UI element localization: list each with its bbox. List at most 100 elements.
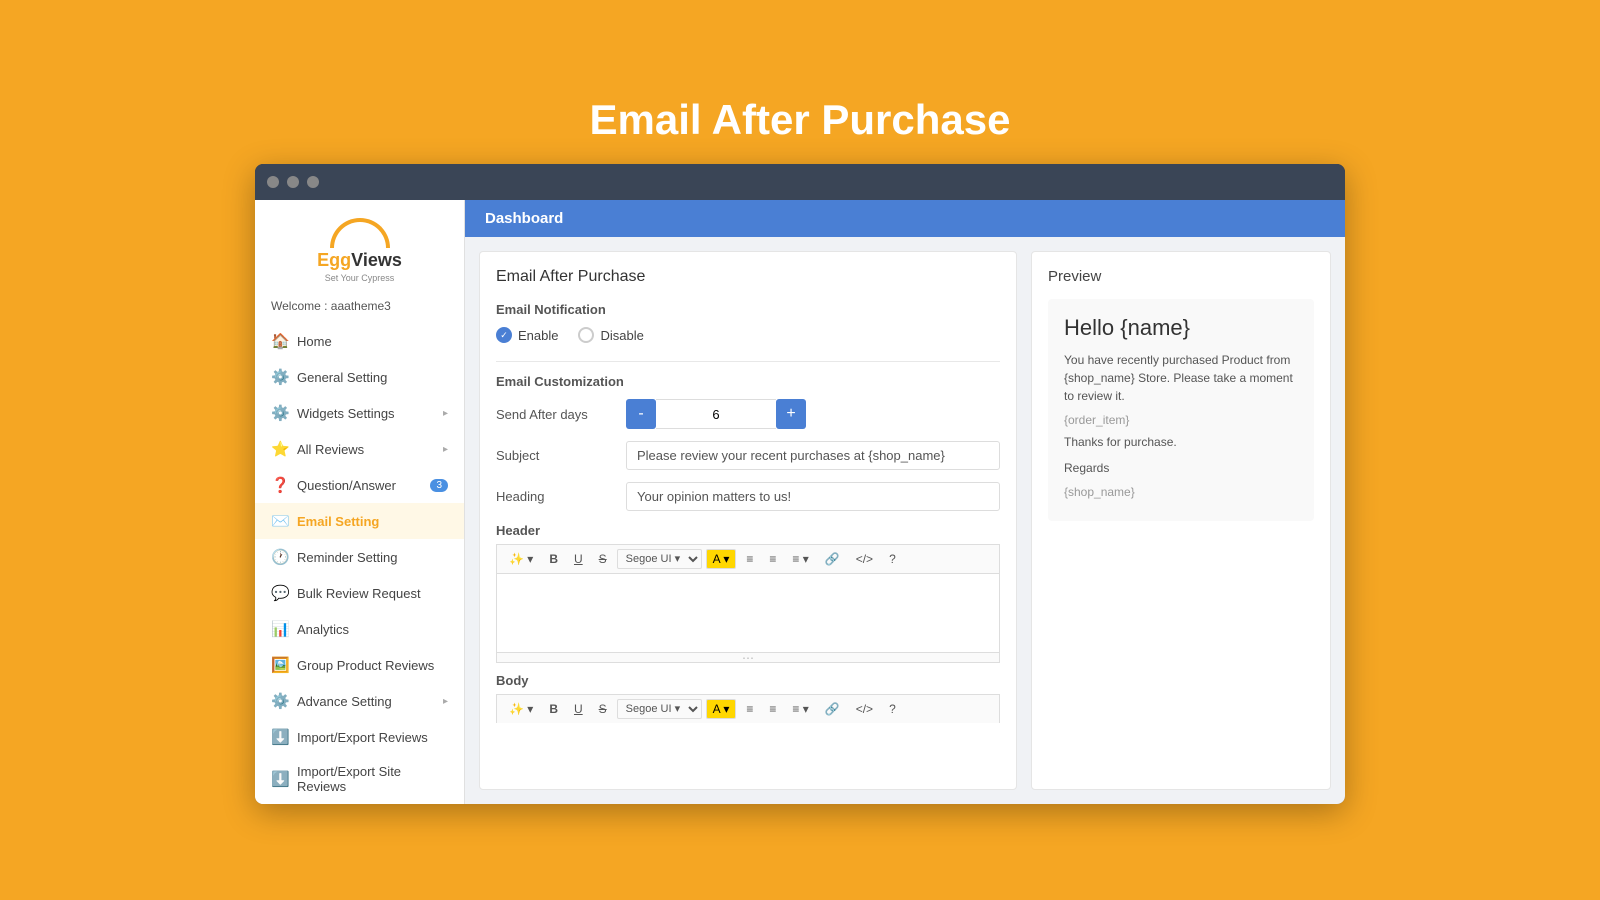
- sidebar-item-analytics[interactable]: 📊 Analytics: [255, 611, 464, 647]
- heading-input[interactable]: [626, 482, 1000, 511]
- body-tb-magic-btn[interactable]: ✨ ▾: [503, 699, 539, 719]
- preview-body-text: You have recently purchased Product from…: [1064, 351, 1298, 405]
- browser-dot-2: [287, 176, 299, 188]
- import-export-site-reviews-label: Import/Export Site Reviews: [297, 764, 448, 794]
- main-content: Dashboard Email After Purchase Email Not…: [465, 200, 1345, 804]
- analytics-icon: 📊: [271, 620, 289, 638]
- dashboard-header: Dashboard: [465, 200, 1345, 237]
- body-tb-strike-btn[interactable]: S: [593, 699, 613, 719]
- tb-align-btn[interactable]: ≡ ▾: [786, 549, 814, 569]
- advance-setting-arrow: ▸: [443, 696, 448, 707]
- sidebar-item-question-answer[interactable]: ❓Question/Answer3: [255, 467, 464, 503]
- body-tb-code-btn[interactable]: </>: [850, 699, 879, 719]
- preview-regards: Regards: [1064, 459, 1298, 477]
- email-setting-icon: ✉️: [271, 512, 289, 530]
- send-after-days-label: Send After days: [496, 407, 616, 422]
- sidebar-item-home[interactable]: 🏠Home: [255, 323, 464, 359]
- tb-ol-btn[interactable]: ≡: [763, 549, 782, 569]
- browser-titlebar: [255, 164, 1345, 200]
- widgets-settings-icon: ⚙️: [271, 404, 289, 422]
- bulk-review-request-icon: 💬: [271, 584, 289, 602]
- logo-text: EggViews: [271, 250, 448, 271]
- header-editor-body[interactable]: [496, 573, 1000, 653]
- advance-setting-icon: ⚙️: [271, 692, 289, 710]
- form-panel: Email After Purchase Email Notification …: [479, 251, 1017, 790]
- sidebar-item-import-export-site-reviews[interactable]: ⬇️ Import/Export Site Reviews: [255, 755, 464, 803]
- preview-title: Preview: [1048, 268, 1314, 285]
- browser-dot-1: [267, 176, 279, 188]
- body-tb-underline-btn[interactable]: U: [568, 699, 589, 719]
- sidebar-item-bulk-review-request[interactable]: 💬 Bulk Review Request: [255, 575, 464, 611]
- days-plus-btn[interactable]: +: [776, 399, 806, 429]
- general-setting-label: General Setting: [297, 370, 387, 385]
- sidebar-item-reminder-setting[interactable]: 🕐 Reminder Setting: [255, 539, 464, 575]
- tb-strike-btn[interactable]: S: [593, 549, 613, 569]
- body-tb-align-btn[interactable]: ≡ ▾: [786, 699, 814, 719]
- header-editor-resize[interactable]: [496, 653, 1000, 663]
- disable-radio-circle: [578, 327, 594, 343]
- body-tb-font-select[interactable]: Segoe UI ▾: [617, 699, 702, 719]
- tb-code-btn[interactable]: </>: [850, 549, 879, 569]
- import-export-reviews-icon: ⬇️: [271, 728, 289, 746]
- logo-arc: [330, 218, 390, 248]
- sidebar-item-group-product-reviews[interactable]: 🖼️Group Product Reviews: [255, 647, 464, 683]
- tb-highlight-btn[interactable]: A ▾: [706, 549, 737, 569]
- send-after-days-row: Send After days - 6 +: [496, 399, 1000, 429]
- tb-font-select[interactable]: Segoe UI ▾: [617, 549, 702, 569]
- tb-bold-btn[interactable]: B: [543, 549, 564, 569]
- tb-link-btn[interactable]: 🔗: [819, 549, 846, 569]
- tb-magic-btn[interactable]: ✨ ▾: [503, 549, 539, 569]
- preview-panel: Preview Hello {name} You have recently p…: [1031, 251, 1331, 790]
- body-tb-link-btn[interactable]: 🔗: [819, 699, 846, 719]
- body-tb-help-btn[interactable]: ?: [883, 699, 902, 719]
- sidebar-item-import-export-reviews[interactable]: ⬇️ Import/Export Reviews: [255, 719, 464, 755]
- sidebar-welcome: Welcome : aaatheme3: [255, 293, 464, 323]
- all-reviews-icon: ⭐: [271, 440, 289, 458]
- all-reviews-arrow: ▸: [443, 444, 448, 455]
- logo-views: Views: [351, 250, 402, 270]
- subject-row: Subject: [496, 441, 1000, 470]
- preview-hello: Hello {name}: [1064, 315, 1298, 341]
- enable-radio[interactable]: Enable: [496, 327, 558, 343]
- sidebar-item-email-setting[interactable]: ✉️Email Setting: [255, 503, 464, 539]
- body-tb-highlight-btn[interactable]: A ▾: [706, 699, 737, 719]
- question-answer-badge: 3: [430, 479, 448, 492]
- tb-ul-btn[interactable]: ≡: [740, 549, 759, 569]
- browser-content: EggViews Set Your Cypress Welcome : aaat…: [255, 200, 1345, 804]
- days-minus-btn[interactable]: -: [626, 399, 656, 429]
- group-product-reviews-label: Group Product Reviews: [297, 658, 434, 673]
- body-toolbar: ✨ ▾ B U S Segoe UI ▾ A ▾ ≡ ≡ ≡ ▾ 🔗 </>: [496, 694, 1000, 723]
- days-control: - 6 +: [626, 399, 806, 429]
- body-tb-ul-btn[interactable]: ≡: [740, 699, 759, 719]
- sidebar-nav: 🏠Home⚙️General Setting⚙️Widgets Settings…: [255, 323, 464, 804]
- all-reviews-label: All Reviews: [297, 442, 364, 457]
- header-toolbar: ✨ ▾ B U S Segoe UI ▾ A ▾ ≡ ≡ ≡ ▾ 🔗 </>: [496, 544, 1000, 573]
- sidebar-item-installation-instruction[interactable]: ℹ️Installation Instruction: [255, 803, 464, 804]
- sidebar-item-all-reviews[interactable]: ⭐ All Reviews ▸: [255, 431, 464, 467]
- import-export-reviews-label: Import/Export Reviews: [297, 730, 428, 745]
- logo-egg: Egg: [317, 250, 351, 270]
- enable-radio-circle: [496, 327, 512, 343]
- tb-help-btn[interactable]: ?: [883, 549, 902, 569]
- reminder-setting-label: Reminder Setting: [297, 550, 397, 565]
- disable-radio[interactable]: Disable: [578, 327, 643, 343]
- page-title: Email After Purchase: [590, 96, 1011, 144]
- sidebar-item-advance-setting[interactable]: ⚙️ Advance Setting ▸: [255, 683, 464, 719]
- bulk-review-request-label: Bulk Review Request: [297, 586, 421, 601]
- subject-label: Subject: [496, 448, 616, 463]
- email-notification-label: Email Notification: [496, 302, 1000, 317]
- body-tb-ol-btn[interactable]: ≡: [763, 699, 782, 719]
- sidebar-item-widgets-settings[interactable]: ⚙️Widgets Settings▸: [255, 395, 464, 431]
- body-tb-bold-btn[interactable]: B: [543, 699, 564, 719]
- widgets-settings-arrow: ▸: [443, 408, 448, 419]
- reminder-setting-icon: 🕐: [271, 548, 289, 566]
- import-export-site-reviews-icon: ⬇️: [271, 770, 289, 788]
- preview-order-item: {order_item}: [1064, 413, 1298, 427]
- header-section-label: Header: [496, 523, 1000, 538]
- sidebar-item-general-setting[interactable]: ⚙️General Setting: [255, 359, 464, 395]
- content-area: Email After Purchase Email Notification …: [465, 237, 1345, 804]
- tb-underline-btn[interactable]: U: [568, 549, 589, 569]
- subject-input[interactable]: [626, 441, 1000, 470]
- analytics-label: Analytics: [297, 622, 349, 637]
- advance-setting-label: Advance Setting: [297, 694, 392, 709]
